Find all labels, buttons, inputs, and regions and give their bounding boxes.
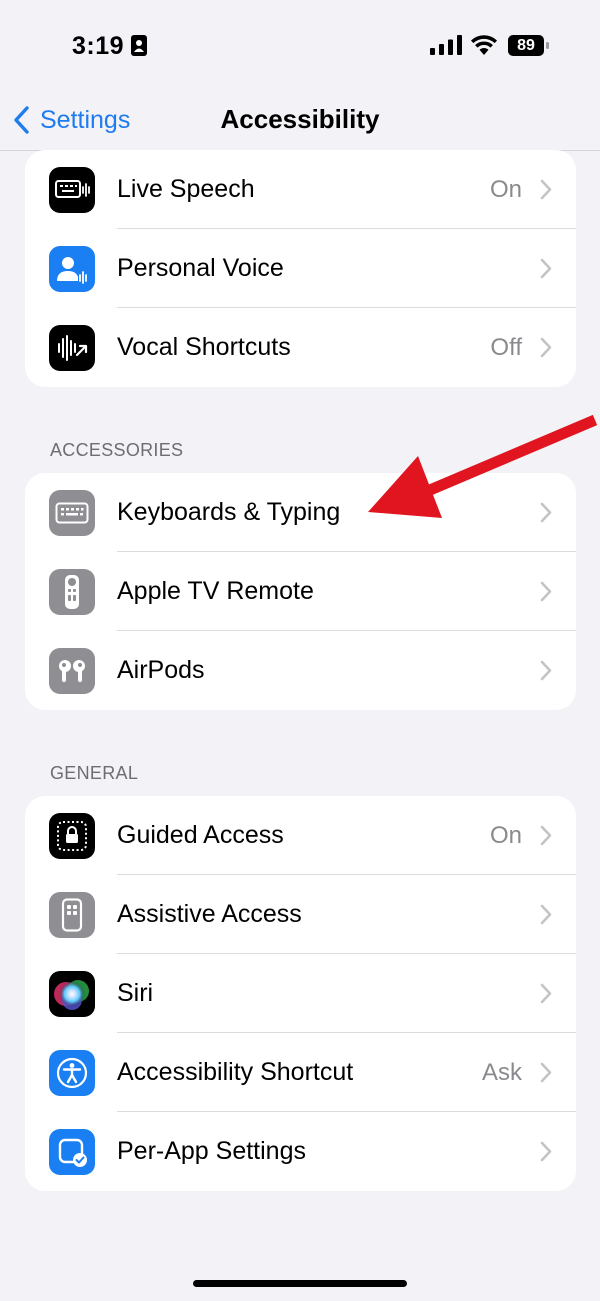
chevron-right-icon [540,337,552,358]
keyboard-waveform-icon [49,167,95,213]
row-label: Per-App Settings [117,1137,306,1165]
row-label: Live Speech [117,175,255,203]
phone-grid-icon [49,892,95,938]
id-card-icon [131,35,147,56]
row-live-speech[interactable]: Live Speech On [25,150,576,229]
status-time: 3:19 [72,32,125,60]
row-value: Ask [481,1059,522,1086]
status-bar: 3:19 89 [0,0,600,90]
row-accessibility-shortcut[interactable]: Accessibility Shortcut Ask [25,1033,576,1112]
row-personal-voice[interactable]: Personal Voice [25,229,576,308]
wifi-icon [470,35,498,55]
airpods-icon [49,648,95,694]
chevron-right-icon [540,581,552,602]
row-value: On [489,822,522,849]
chevron-right-icon [540,1141,552,1162]
cellular-signal-icon [430,35,462,55]
row-label: AirPods [117,656,205,684]
row-label: Apple TV Remote [117,577,314,605]
row-label: Vocal Shortcuts [117,333,291,361]
chevron-right-icon [540,660,552,681]
row-value: On [489,176,522,203]
battery-level: 89 [517,37,535,54]
page-title: Accessibility [220,104,380,134]
row-label: Assistive Access [117,900,302,928]
siri-icon [49,971,95,1017]
row-per-app-settings[interactable]: Per-App Settings [25,1112,576,1191]
waveform-icon [49,325,95,371]
row-airpods[interactable]: AirPods [25,631,576,710]
home-indicator[interactable] [193,1280,407,1287]
chevron-right-icon [540,904,552,925]
chevron-right-icon [540,1062,552,1083]
chevron-right-icon [540,502,552,523]
row-siri[interactable]: Siri [25,954,576,1033]
row-label: Personal Voice [117,254,284,282]
accessories-group: Keyboards & Typing Apple TV Remote AirPo… [25,473,576,710]
row-guided-access[interactable]: Guided Access On [25,796,576,875]
chevron-right-icon [540,258,552,279]
row-label: Guided Access [117,821,284,849]
lock-dotted-icon [49,813,95,859]
chevron-right-icon [540,825,552,846]
app-check-icon [49,1129,95,1175]
keyboard-icon [49,490,95,536]
remote-icon [49,569,95,615]
navigation-bar: Settings Accessibility [0,92,600,151]
row-label: Siri [117,979,154,1007]
row-apple-tv-remote[interactable]: Apple TV Remote [25,552,576,631]
row-vocal-shortcuts[interactable]: Vocal Shortcuts Off [25,308,576,387]
section-header-general: GENERAL [50,763,139,783]
row-label: Keyboards & Typing [117,498,341,526]
row-value: Off [490,334,522,361]
chevron-right-icon [540,179,552,200]
accessibility-icon [49,1050,95,1096]
row-label: Accessibility Shortcut [117,1058,354,1086]
section-header-accessories: ACCESSORIES [50,440,184,460]
speech-group: Live Speech On Personal Voice Vocal Shor… [25,150,576,387]
row-keyboards-typing[interactable]: Keyboards & Typing [25,473,576,552]
chevron-right-icon [540,983,552,1004]
general-group: Guided Access On Assistive Access Siri A… [25,796,576,1191]
person-waveform-icon [49,246,95,292]
row-assistive-access[interactable]: Assistive Access [25,875,576,954]
